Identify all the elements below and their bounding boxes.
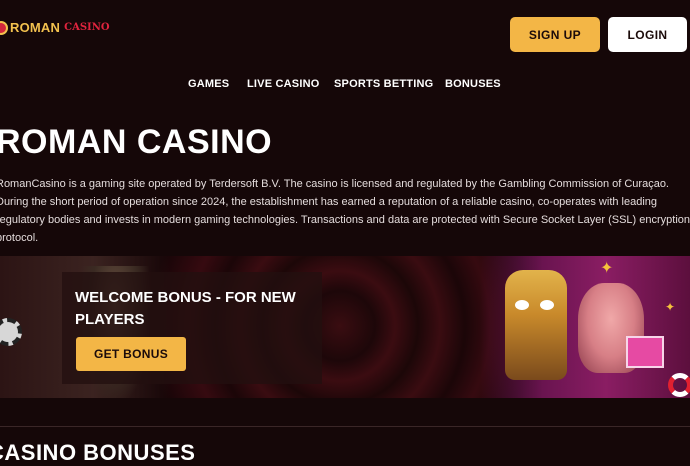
nav-item-games[interactable]: GAMES	[188, 78, 229, 90]
section-title: CASINO BONUSES	[0, 440, 196, 465]
logo-roman-text: ROMAN	[10, 20, 61, 35]
totem-eye	[540, 300, 554, 310]
nav-item-bonuses[interactable]: BONUSES	[445, 78, 501, 90]
nav-item-live-casino[interactable]: LIVE CASINO	[247, 78, 320, 90]
gift-box-image	[626, 336, 664, 368]
main-navigation: GAMES LIVE CASINO SPORTS BETTING BONUSES	[0, 78, 690, 96]
star-icon: ✦	[665, 300, 676, 314]
get-bonus-button[interactable]: GET BONUS	[76, 337, 186, 371]
intro-paragraph: RomanCasino is a gaming site operated by…	[0, 178, 690, 244]
page-title: ROMAN CASINO	[0, 123, 273, 161]
star-icon: ✦	[600, 260, 614, 277]
roulette-logo-icon	[0, 20, 8, 35]
logo-casino-text: CASINO	[64, 22, 110, 33]
login-button[interactable]: LOGIN	[608, 17, 687, 52]
nav-item-sports-betting[interactable]: SPORTS BETTING	[334, 78, 433, 90]
tiki-totem-image	[505, 270, 567, 380]
promo-title: WELCOME BONUS - FOR NEW PLAYERS	[75, 289, 296, 328]
site-logo[interactable]: ROMAN CASINO	[0, 20, 110, 35]
totem-eye	[515, 300, 529, 310]
sign-up-button[interactable]: SIGN UP	[510, 17, 600, 52]
site-header: ROMAN CASINO SIGN UP LOGIN	[0, 0, 690, 70]
lifebuoy-image	[668, 373, 690, 397]
section-divider	[0, 426, 690, 427]
